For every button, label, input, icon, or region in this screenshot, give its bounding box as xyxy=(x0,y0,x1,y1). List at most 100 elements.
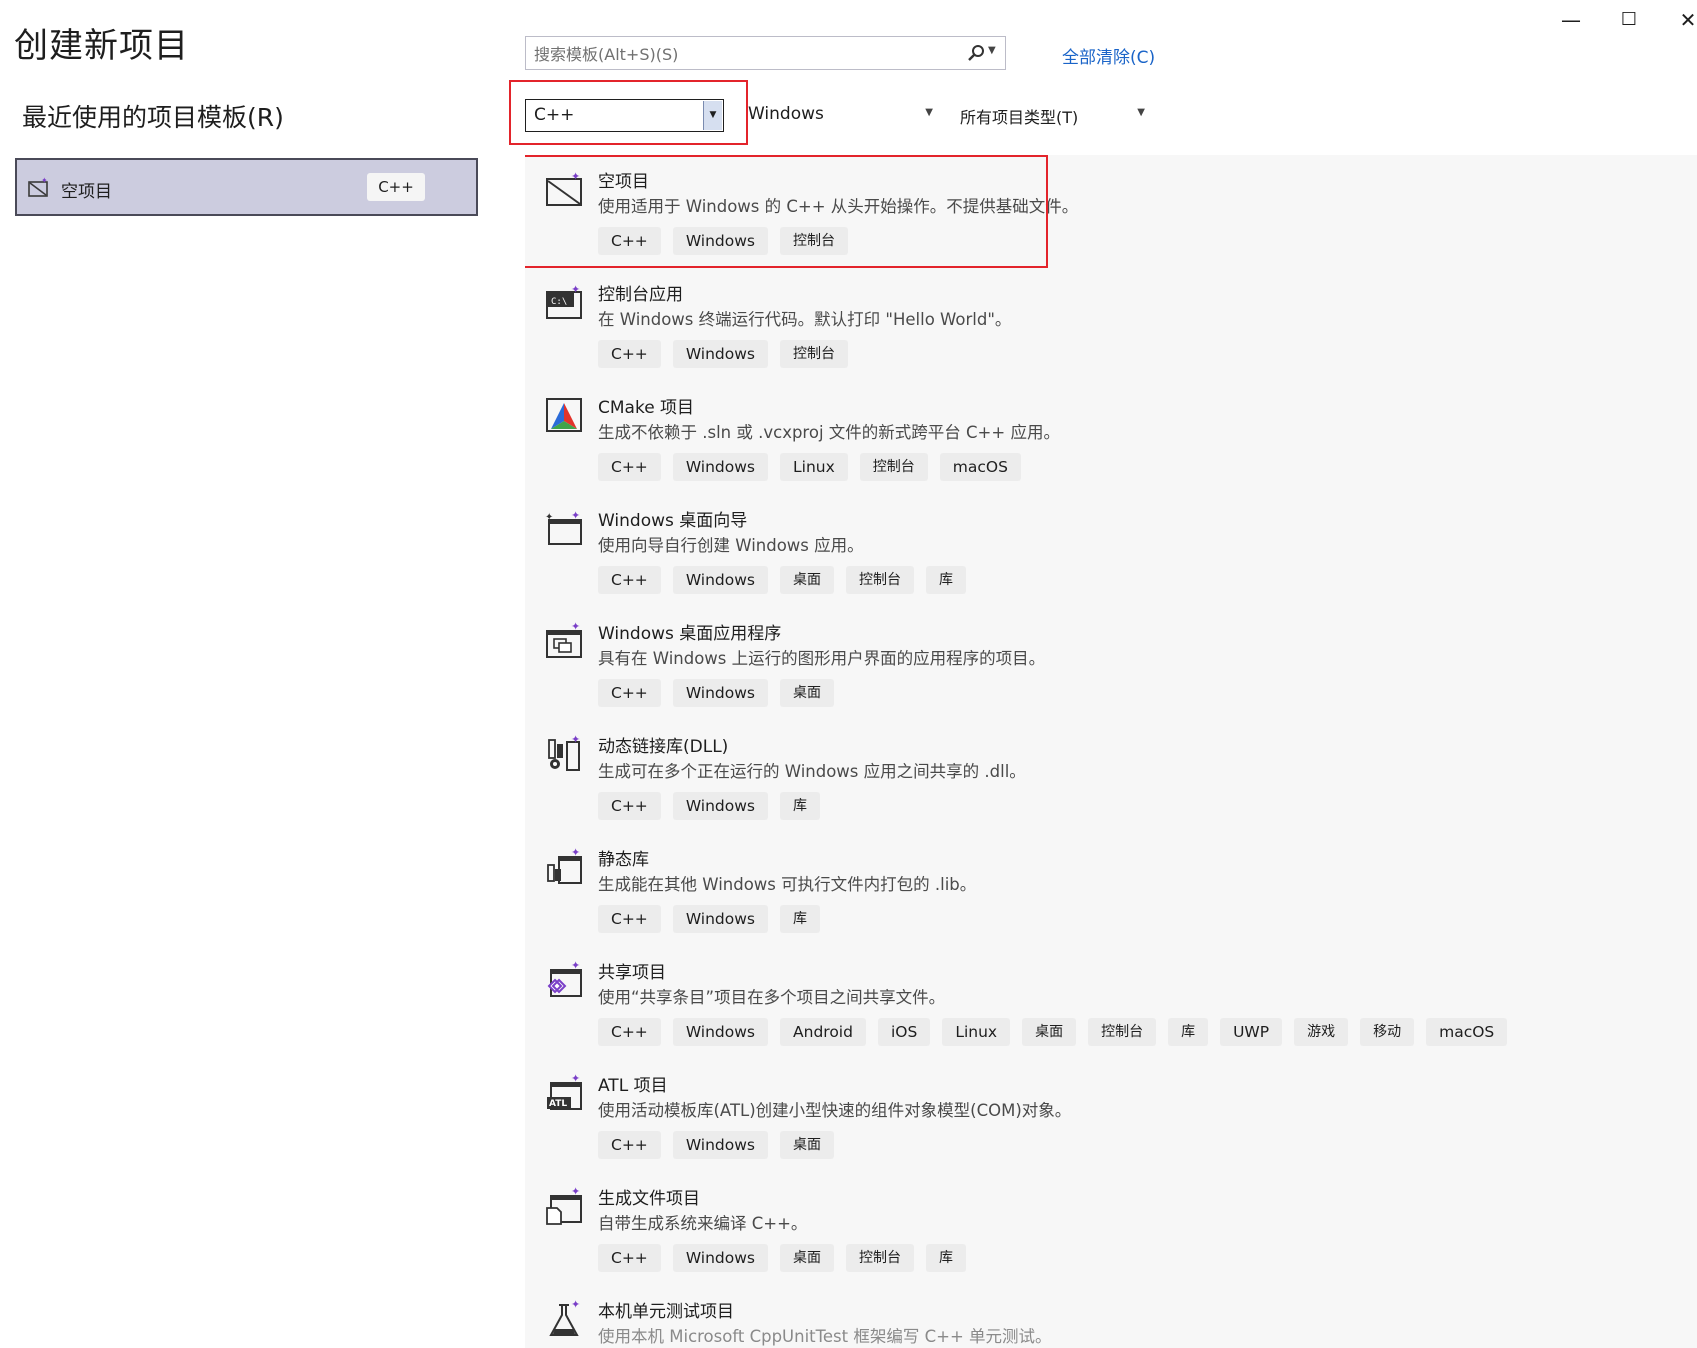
template-description: 使用活动模板库(ATL)创建小型快速的组件对象模型(COM)对象。 xyxy=(598,1101,1072,1120)
minimize-button[interactable]: — xyxy=(1551,6,1591,34)
template-description: 具有在 Windows 上运行的图形用户界面的应用程序的项目。 xyxy=(598,649,1046,668)
template-search-box[interactable]: ▼ xyxy=(525,36,1006,70)
template-tag: C++ xyxy=(598,1244,661,1272)
template-tag: C++ xyxy=(598,1131,661,1159)
template-tag: UWP xyxy=(1220,1018,1283,1046)
unit-test-icon: ✦ xyxy=(549,1299,580,1336)
template-tag: macOS xyxy=(1426,1018,1508,1046)
template-tag: Linux xyxy=(942,1018,1011,1046)
template-name: 空项目 xyxy=(598,172,649,192)
svg-text:✦: ✦ xyxy=(571,960,580,972)
language-filter-dropdown[interactable]: C++ ▼ xyxy=(525,99,724,132)
template-tags: C++ Windows 桌面 控制台 库 xyxy=(598,566,967,594)
platform-filter-value: Windows xyxy=(748,104,824,124)
template-item[interactable]: ✦ 本机单元测试项目 使用本机 Microsoft CppUnitTest 框架… xyxy=(525,1285,1625,1348)
template-tag: 控制台 xyxy=(859,453,928,481)
search-options-chevron-icon[interactable]: ▼ xyxy=(988,45,996,56)
template-item[interactable]: ✦ 动态链接库(DLL) 生成可在多个正在运行的 Windows 应用之间共享的… xyxy=(525,720,1625,833)
shared-project-icon: ✦ xyxy=(547,960,582,997)
template-description: 在 Windows 终端运行代码。默认打印 "Hello World"。 xyxy=(598,310,1012,329)
template-tags: C++ Windows Linux 控制台 macOS xyxy=(598,453,1021,481)
template-tag: 桌面 xyxy=(780,566,835,594)
template-tag: C++ xyxy=(598,1018,661,1046)
cmake-icon xyxy=(546,398,582,432)
svg-text:✦: ✦ xyxy=(571,509,580,522)
template-tag: C++ xyxy=(598,340,661,368)
template-item[interactable]: ✦ Windows 桌面应用程序 具有在 Windows 上运行的图形用户界面的… xyxy=(525,607,1625,720)
template-list[interactable]: ✦ 空项目 使用适用于 Windows 的 C++ 从头开始操作。不提供基础文件… xyxy=(525,155,1697,1348)
template-item[interactable]: ✦ 空项目 使用适用于 Windows 的 C++ 从头开始操作。不提供基础文件… xyxy=(525,155,1625,268)
template-item[interactable]: ✦ 生成文件项目 自带生成系统来编译 C++。 C++ Windows 桌面 控… xyxy=(525,1172,1625,1285)
svg-text:✦: ✦ xyxy=(571,283,580,296)
template-tags: C++ Windows 库 xyxy=(598,792,821,820)
template-description: 使用向导自行创建 Windows 应用。 xyxy=(598,536,864,555)
svg-text:✦: ✦ xyxy=(571,1299,580,1311)
svg-text:ATL: ATL xyxy=(549,1099,567,1109)
template-tag: 库 xyxy=(926,1244,967,1272)
template-tag: 库 xyxy=(926,566,967,594)
template-tag: 库 xyxy=(780,792,821,820)
template-tag: Android xyxy=(780,1018,866,1046)
template-tag: 桌面 xyxy=(780,1131,835,1159)
template-item[interactable]: ✦ 共享项目 使用“共享条目”项目在多个项目之间共享文件。 C++ Window… xyxy=(525,946,1625,1059)
svg-text:✦: ✦ xyxy=(571,847,580,859)
template-tag: C++ xyxy=(598,453,661,481)
svg-text:✦: ✦ xyxy=(571,1186,580,1198)
close-button[interactable]: ✕ xyxy=(1668,6,1697,34)
template-description: 使用“共享条目”项目在多个项目之间共享文件。 xyxy=(598,988,946,1007)
template-item[interactable]: ✦ 静态库 生成能在其他 Windows 可执行文件内打包的 .lib。 C++… xyxy=(525,833,1625,946)
chevron-down-icon[interactable]: ▼ xyxy=(703,101,722,130)
svg-text:✦: ✦ xyxy=(41,176,48,185)
template-item[interactable]: C:\ ✦ 控制台应用 在 Windows 终端运行代码。默认打印 "Hello… xyxy=(525,268,1625,381)
empty-project-icon: ✦ xyxy=(28,176,48,197)
template-tags: C++ Windows 桌面 xyxy=(598,1131,835,1159)
template-name: 静态库 xyxy=(598,850,649,870)
atl-icon: ATL ✦ xyxy=(547,1073,582,1110)
recent-template-tag: C++ xyxy=(367,173,425,201)
template-item[interactable]: CMake 项目 生成不依赖于 .sln 或 .vcxproj 文件的新式跨平台… xyxy=(525,381,1625,494)
template-tag: C++ xyxy=(598,905,661,933)
chevron-down-icon[interactable]: ▼ xyxy=(1137,107,1145,118)
makefile-icon: ✦ xyxy=(546,1186,582,1225)
template-tag: 库 xyxy=(780,905,821,933)
template-item[interactable]: ATL ✦ ATL 项目 使用活动模板库(ATL)创建小型快速的组件对象模型(C… xyxy=(525,1059,1625,1172)
language-filter-value: C++ xyxy=(534,105,575,125)
svg-text:✦: ✦ xyxy=(545,512,553,523)
template-name: Windows 桌面向导 xyxy=(598,511,748,531)
project-type-filter-dropdown[interactable]: 所有项目类型(T) ▼ xyxy=(960,102,1145,130)
template-description: 生成不依赖于 .sln 或 .vcxproj 文件的新式跨平台 C++ 应用。 xyxy=(598,423,1060,442)
desktop-wizard-icon: ✦ ✦ xyxy=(545,509,582,545)
template-item[interactable]: ✦ ✦ Windows 桌面向导 使用向导自行创建 Windows 应用。 C+… xyxy=(525,494,1625,607)
platform-filter-dropdown[interactable]: Windows ▼ xyxy=(748,102,933,130)
chevron-down-icon[interactable]: ▼ xyxy=(925,107,933,118)
template-tag: 移动 xyxy=(1360,1018,1415,1046)
template-tag: 桌面 xyxy=(780,1244,835,1272)
template-search-input[interactable] xyxy=(532,40,936,68)
recent-templates-heading: 最近使用的项目模板(R) xyxy=(22,103,284,132)
project-type-filter-value: 所有项目类型(T) xyxy=(960,108,1079,127)
template-tag: macOS xyxy=(939,453,1021,481)
clear-all-link[interactable]: 全部清除(C) xyxy=(1062,43,1155,68)
template-tag: 库 xyxy=(1168,1018,1209,1046)
maximize-button[interactable]: ☐ xyxy=(1609,6,1649,34)
svg-text:✦: ✦ xyxy=(571,621,580,633)
template-tag: C++ xyxy=(598,227,661,255)
template-tag: Windows xyxy=(672,340,769,368)
static-lib-icon: ✦ xyxy=(547,847,582,884)
template-tags: C++ Windows 库 xyxy=(598,905,821,933)
template-tag: 控制台 xyxy=(780,227,849,255)
template-tag: Linux xyxy=(780,453,848,481)
svg-text:✦: ✦ xyxy=(571,170,580,183)
template-tags: C++ Windows 桌面 xyxy=(598,679,835,707)
template-tags: C++ Windows 控制台 xyxy=(598,227,849,255)
template-name: 生成文件项目 xyxy=(598,1189,700,1209)
svg-text:✦: ✦ xyxy=(571,1073,580,1085)
template-name: 动态链接库(DLL) xyxy=(598,737,729,757)
template-tag: 控制台 xyxy=(780,340,849,368)
template-tags: C++ Windows 控制台 xyxy=(598,340,849,368)
template-tag: Windows xyxy=(672,679,769,707)
recent-template-item[interactable]: ✦ 空项目 C++ xyxy=(15,158,478,216)
empty-project-icon: ✦ xyxy=(546,170,582,206)
search-icon[interactable] xyxy=(967,44,985,62)
template-tag: Windows xyxy=(672,792,769,820)
